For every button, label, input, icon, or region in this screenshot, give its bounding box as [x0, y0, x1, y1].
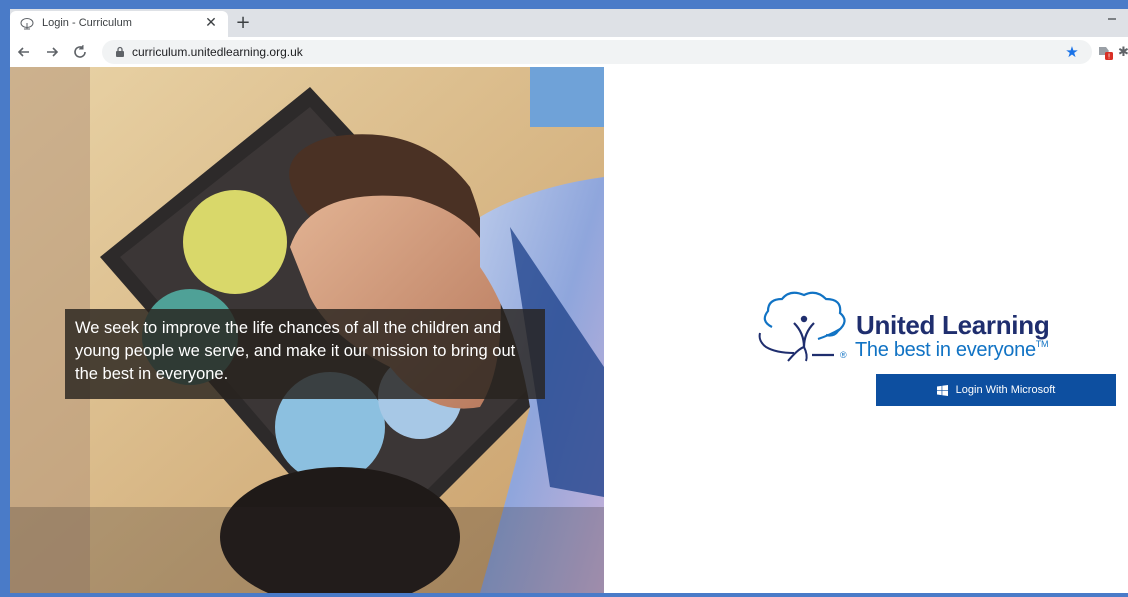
login-button-label: Login With Microsoft: [955, 384, 1056, 396]
bookmark-star-icon[interactable]: ★: [1062, 42, 1082, 62]
tab-title: Login - Curriculum: [42, 17, 132, 29]
windows-logo-icon: [936, 384, 948, 396]
browser-window: Login - Curriculum ✕ + curriculum.united…: [10, 9, 1128, 593]
extension-icon[interactable]: !: [1096, 43, 1114, 61]
svg-text:!: !: [1108, 53, 1111, 61]
hero-image: We seek to improve the life chances of a…: [10, 67, 604, 593]
login-with-microsoft-button[interactable]: Login With Microsoft: [876, 374, 1116, 406]
tab-login-curriculum[interactable]: Login - Curriculum ✕: [10, 11, 228, 37]
trademark-mark: TM: [1035, 339, 1049, 349]
page-content: We seek to improve the life chances of a…: [10, 67, 1128, 593]
extensions-puzzle-icon[interactable]: ✱: [1118, 43, 1128, 61]
new-tab-button[interactable]: +: [232, 12, 254, 34]
forward-arrow-icon[interactable]: [42, 42, 62, 62]
logo-name: United Learning: [856, 310, 1050, 340]
back-arrow-icon[interactable]: [14, 42, 34, 62]
mission-caption: We seek to improve the life chances of a…: [65, 309, 545, 399]
url-text: curriculum.unitedlearning.org.uk: [132, 45, 303, 59]
tree-favicon-icon: [20, 18, 34, 30]
registered-mark: ®: [840, 350, 847, 360]
address-bar[interactable]: curriculum.unitedlearning.org.uk ★: [102, 40, 1092, 64]
tab-strip: Login - Curriculum ✕ +: [10, 9, 1128, 37]
browser-toolbar: curriculum.unitedlearning.org.uk ★ ! ✱: [10, 37, 1128, 68]
login-panel: United Learning The best in everyoneTM ®…: [604, 67, 1128, 593]
logo-tagline: The best in everyoneTM: [855, 339, 1049, 361]
lock-icon: [116, 46, 124, 57]
reload-icon[interactable]: [70, 42, 90, 62]
minimize-icon[interactable]: [1104, 11, 1120, 27]
tab-close-icon[interactable]: ✕: [202, 14, 220, 32]
united-learning-logo: United Learning The best in everyoneTM ®: [754, 289, 1064, 369]
